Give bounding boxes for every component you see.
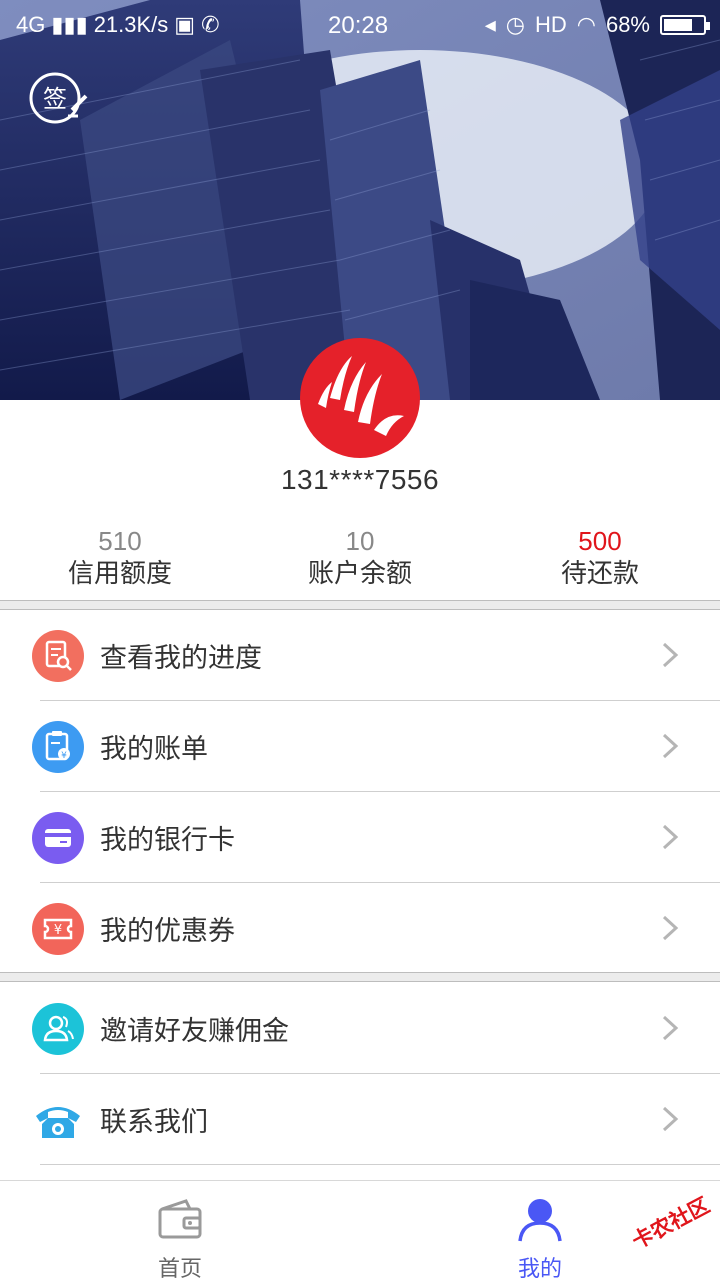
- menu-item-invite-friends[interactable]: 邀请好友赚佣金: [0, 983, 720, 1074]
- user-phone-number: 131****7556: [280, 464, 440, 495]
- tab-label: 我的: [517, 1257, 562, 1280]
- section-divider: [0, 972, 720, 982]
- stat-label: 待还款: [560, 559, 639, 589]
- stat-pending-repayment[interactable]: 500 待还款: [480, 524, 720, 594]
- stat-label: 信用额度: [67, 559, 172, 589]
- battery-percent: 68%: [605, 12, 650, 37]
- chevron-right-icon: [662, 642, 679, 668]
- hd-indicator: HD: [534, 12, 567, 37]
- telephone-icon: [32, 1094, 84, 1146]
- tab-mine[interactable]: 我的: [460, 1181, 620, 1280]
- network-speed: 21.3K/s: [93, 12, 169, 37]
- menu-item-contact-us[interactable]: 联系我们: [0, 1074, 720, 1165]
- progress-doc-icon: [32, 630, 84, 682]
- user-icon: [518, 1199, 562, 1242]
- wifi-icon: ◠: [576, 12, 596, 37]
- sign-in-label: 签: [43, 85, 67, 113]
- section-divider: [0, 600, 720, 610]
- menu-item-label: 我的优惠券: [100, 916, 235, 947]
- alarm-icon: ◷: [505, 12, 525, 37]
- stat-account-balance[interactable]: 10 账户余额: [240, 524, 480, 594]
- call-icon: ✆: [201, 12, 220, 37]
- signal-icon: ▮▮▮: [51, 12, 88, 37]
- app-notification-icon: ▣: [174, 12, 196, 37]
- invite-friends-icon: [32, 1003, 84, 1055]
- sign-in-icon: 签: [29, 72, 88, 124]
- avatar[interactable]: [300, 338, 420, 458]
- bank-card-icon: [32, 812, 84, 864]
- chevron-right-icon: [662, 824, 679, 850]
- menu-item-bills[interactable]: ¥ 我的账单: [0, 701, 720, 792]
- stat-value: 500: [578, 526, 622, 556]
- menu-item-label: 我的银行卡: [100, 825, 235, 856]
- menu-item-bank-cards[interactable]: 我的银行卡: [0, 792, 720, 883]
- profile-page: 4G ▮▮▮ 21.3K/s ▣ ✆ 20:28 ◂ ◷ HD ◠ 68% 签: [0, 0, 720, 1280]
- chevron-right-icon: [662, 1106, 679, 1132]
- sign-in-button[interactable]: 签: [28, 70, 88, 126]
- menu-item-label: 邀请好友赚佣金: [100, 1016, 289, 1047]
- tab-home[interactable]: 首页: [100, 1181, 260, 1280]
- chevron-right-icon: [662, 915, 679, 941]
- bill-icon: ¥: [32, 721, 84, 773]
- account-stats: 510 信用额度 10 账户余额 500 待还款: [0, 524, 720, 594]
- menu-item-coupons[interactable]: ¥ 我的优惠券: [0, 883, 720, 974]
- row-divider: [40, 1164, 720, 1165]
- menu-item-label: 联系我们: [100, 1107, 208, 1138]
- menu-item-label: 查看我的进度: [100, 643, 262, 674]
- coupon-icon: ¥: [32, 903, 84, 955]
- clock: 20:28: [328, 12, 389, 39]
- stat-value: 510: [98, 526, 142, 556]
- tab-label: 首页: [157, 1257, 202, 1280]
- chevron-right-icon: [662, 733, 679, 759]
- mute-icon: ◂: [484, 12, 496, 37]
- svg-text:¥: ¥: [61, 751, 67, 761]
- stat-credit-limit[interactable]: 510 信用额度: [0, 524, 240, 594]
- stat-label: 账户余额: [307, 559, 412, 589]
- network-type: 4G: [16, 12, 46, 37]
- chevron-right-icon: [662, 1015, 679, 1041]
- claw-logo-icon: [318, 356, 404, 436]
- wallet-icon: [158, 1199, 202, 1239]
- status-bar: 4G ▮▮▮ 21.3K/s ▣ ✆ 20:28 ◂ ◷ HD ◠ 68%: [0, 0, 720, 50]
- menu-item-progress[interactable]: 查看我的进度: [0, 610, 720, 701]
- svg-text:¥: ¥: [54, 923, 62, 938]
- battery-icon: [660, 15, 710, 35]
- menu-item-label: 我的账单: [100, 734, 208, 765]
- stat-value: 10: [345, 526, 375, 556]
